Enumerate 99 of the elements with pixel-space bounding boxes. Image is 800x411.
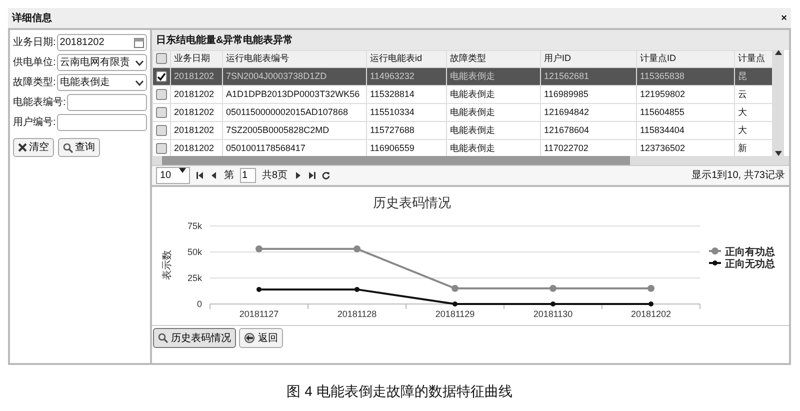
table-cell: 昆 [734, 68, 772, 86]
horizontal-scrollbar[interactable] [152, 156, 789, 165]
column-header[interactable]: 运行电能表编号 [222, 50, 366, 68]
close-button[interactable]: × [781, 10, 787, 26]
table-cell: 20181202 [170, 122, 222, 140]
data-point [452, 302, 458, 306]
first-page-icon[interactable] [196, 171, 204, 180]
data-point [452, 284, 458, 292]
axis-tick-label: 25k [187, 273, 202, 283]
table-cell: 121562681 [540, 68, 636, 86]
data-point [550, 284, 556, 292]
table-cell: 121678604 [540, 122, 636, 140]
field-label: 故障类型: [13, 76, 56, 90]
table-cell: 20181202 [170, 86, 222, 104]
figure-caption: 图 4 电能表倒走故障的数据特征曲线 [286, 382, 514, 401]
page-count: 共8页 [262, 168, 288, 183]
page-label: 第 [224, 169, 234, 183]
page-size-select[interactable]: 10 [156, 167, 190, 184]
row-checkbox[interactable] [156, 124, 167, 136]
data-point [354, 245, 360, 252]
back-button[interactable]: 返回 [239, 328, 283, 348]
panel-title: 日东结电能量&异常电能表异常 [152, 30, 789, 50]
table-cell: 电能表倒走 [446, 68, 540, 86]
search-button[interactable]: 查询 [58, 138, 100, 157]
table-cell: 20181202 [170, 68, 222, 86]
row-checkbox[interactable] [156, 70, 167, 82]
field-label: 业务日期: [13, 36, 56, 50]
legend-marker-icon [709, 248, 721, 254]
table-cell: 115834404 [636, 122, 734, 140]
close-icon [18, 143, 27, 152]
select-field[interactable]: 云南电网有限责 [56, 54, 147, 71]
table-cell: 115510334 [366, 104, 446, 122]
search-icon [63, 142, 73, 152]
table-cell: 电能表倒走 [446, 122, 540, 140]
back-icon [244, 333, 255, 343]
clear-button[interactable]: 清空 [13, 138, 54, 157]
table-cell: 114963232 [366, 68, 446, 86]
refresh-icon[interactable] [322, 171, 330, 180]
field-label: 用户编号: [13, 116, 56, 130]
axis-tick-label: 20181202 [630, 309, 672, 319]
search-icon [158, 333, 168, 343]
field-label: 供电单位: [13, 56, 56, 70]
calendar-icon[interactable] [134, 37, 144, 48]
column-header[interactable]: 业务日期 [170, 50, 222, 68]
table-cell: 116989985 [540, 86, 636, 104]
page-input[interactable]: 1 [240, 168, 256, 183]
axis-tick-label: 75k [187, 221, 202, 231]
table-cell: 115365838 [636, 68, 734, 86]
legend-label[interactable]: 正向有功总 [725, 247, 775, 258]
history-button[interactable]: 历史表码情况 [153, 328, 236, 348]
record-summary: 显示1到10, 共73记录 [692, 168, 785, 183]
input-field[interactable]: 20181202 [56, 34, 147, 51]
column-header[interactable]: 计量点ID [636, 50, 734, 68]
field-label: 电能表编号: [13, 96, 66, 110]
data-point [648, 284, 654, 292]
table-cell: 7SN2004J0003738D1ZD [222, 68, 366, 86]
table-cell: 电能表倒走 [446, 86, 540, 104]
data-point [256, 245, 262, 252]
table-cell: 121694842 [540, 104, 636, 122]
data-point [256, 286, 262, 292]
window-title: 详细信息 [12, 11, 52, 26]
next-page-icon[interactable] [294, 171, 302, 180]
column-header[interactable]: 故障类型 [446, 50, 540, 68]
axis-tick-label: 0 [196, 299, 202, 309]
table-cell: 电能表倒走 [446, 104, 540, 122]
legend-marker-icon [709, 260, 721, 266]
table-cell: 7SZ2005B0005828C2MD [222, 122, 366, 140]
data-point [648, 302, 654, 306]
input-field[interactable] [56, 114, 147, 131]
data-point [354, 286, 360, 292]
axis-tick-label: 20181129 [435, 309, 475, 319]
row-checkbox[interactable] [156, 142, 167, 154]
table-cell: 115328814 [366, 86, 446, 104]
vertical-scrollbar[interactable] [773, 50, 784, 156]
table-cell: 121959802 [636, 86, 734, 104]
select-all-checkbox[interactable] [156, 53, 167, 64]
select-field[interactable]: 电能表倒走 [56, 74, 147, 91]
previous-page-icon[interactable] [210, 171, 218, 180]
last-page-icon[interactable] [308, 171, 316, 180]
chart-title: 历史表码情况 [373, 195, 451, 210]
axis-tick-label: 20181128 [337, 309, 377, 319]
column-header[interactable]: 用户ID [540, 50, 636, 68]
axis-tick-label: 20181127 [239, 309, 279, 319]
row-checkbox[interactable] [156, 106, 167, 118]
table-cell: 0501150000002015AD107868 [222, 104, 366, 122]
table-cell: 115727688 [366, 122, 446, 140]
axis-tick-label: 50k [187, 247, 202, 257]
input-field[interactable] [66, 94, 147, 111]
column-header[interactable]: 计量点 [734, 50, 772, 68]
legend-label[interactable]: 正向无功总 [725, 259, 775, 270]
data-point [550, 302, 556, 306]
table-cell: 20181202 [170, 104, 222, 122]
table-cell: A1D1DPB2013DP0003T32WK56 [222, 86, 366, 104]
axis-title: 表示数 [162, 250, 173, 280]
sortable-column-header[interactable]: 运行电能表id [366, 50, 446, 68]
axis-tick-label: 20181130 [533, 309, 573, 319]
table-cell: 115604855 [636, 104, 734, 122]
row-checkbox[interactable] [156, 88, 167, 100]
dropdown-arrow-icon[interactable] [179, 168, 186, 173]
